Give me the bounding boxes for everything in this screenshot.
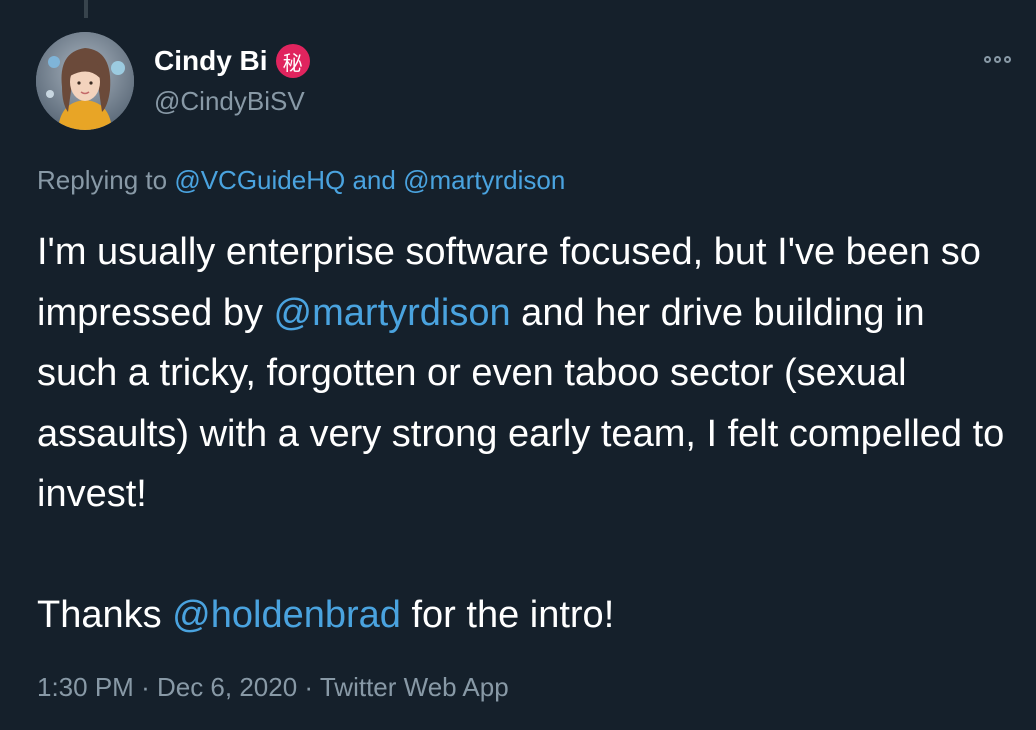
tweet-source[interactable]: Twitter Web App <box>320 672 509 702</box>
tweet-metadata: 1:30 PM · Dec 6, 2020 · Twitter Web App <box>37 670 509 704</box>
more-options-icon-dot <box>1003 55 1011 63</box>
tweet-date[interactable]: Dec 6, 2020 <box>157 672 297 702</box>
avatar-illustration <box>36 32 134 130</box>
tweet-paragraph: Thanks @holdenbrad for the intro! <box>37 585 1012 646</box>
meta-separator: · <box>304 672 314 702</box>
tweet-paragraph: I'm usually enterprise software focused,… <box>37 222 1012 525</box>
avatar[interactable] <box>36 32 134 130</box>
secret-emoji-badge-icon: 秘 <box>275 44 310 78</box>
body-mention-martyrdison[interactable]: @martyrdison <box>274 292 511 334</box>
tweet-text-part: for the intro! <box>400 594 615 636</box>
tweet-text: I'm usually enterprise software focused,… <box>37 222 1012 646</box>
body-mention-holdenbrad[interactable]: @holdenbrad <box>172 594 401 636</box>
tweet-page: Cindy Bi 秘 @CindyBiSV Replying to @VCGui… <box>0 0 1036 730</box>
reply-mention-vcguidehq[interactable]: @VCGuideHQ <box>174 165 345 195</box>
tweet-text-part: Thanks <box>37 594 173 636</box>
replying-to-label: Replying to <box>37 165 168 195</box>
more-options-button[interactable] <box>975 45 1019 73</box>
author-display-name[interactable]: Cindy Bi <box>154 45 268 77</box>
tweet-time[interactable]: 1:30 PM <box>37 672 134 702</box>
meta-separator: · <box>141 672 150 702</box>
reply-joiner: and <box>352 165 396 195</box>
more-options-icon-dot <box>983 55 991 63</box>
more-options-icon-dot <box>993 55 1001 63</box>
author-handle[interactable]: @CindyBiSV <box>154 86 305 116</box>
replying-to-line: Replying to @VCGuideHQ and @martyrdison <box>37 164 565 196</box>
author-name-row[interactable]: Cindy Bi 秘 <box>154 44 310 78</box>
thread-connector-line <box>84 0 88 18</box>
reply-mention-martyrdison[interactable]: @martyrdison <box>403 165 565 195</box>
